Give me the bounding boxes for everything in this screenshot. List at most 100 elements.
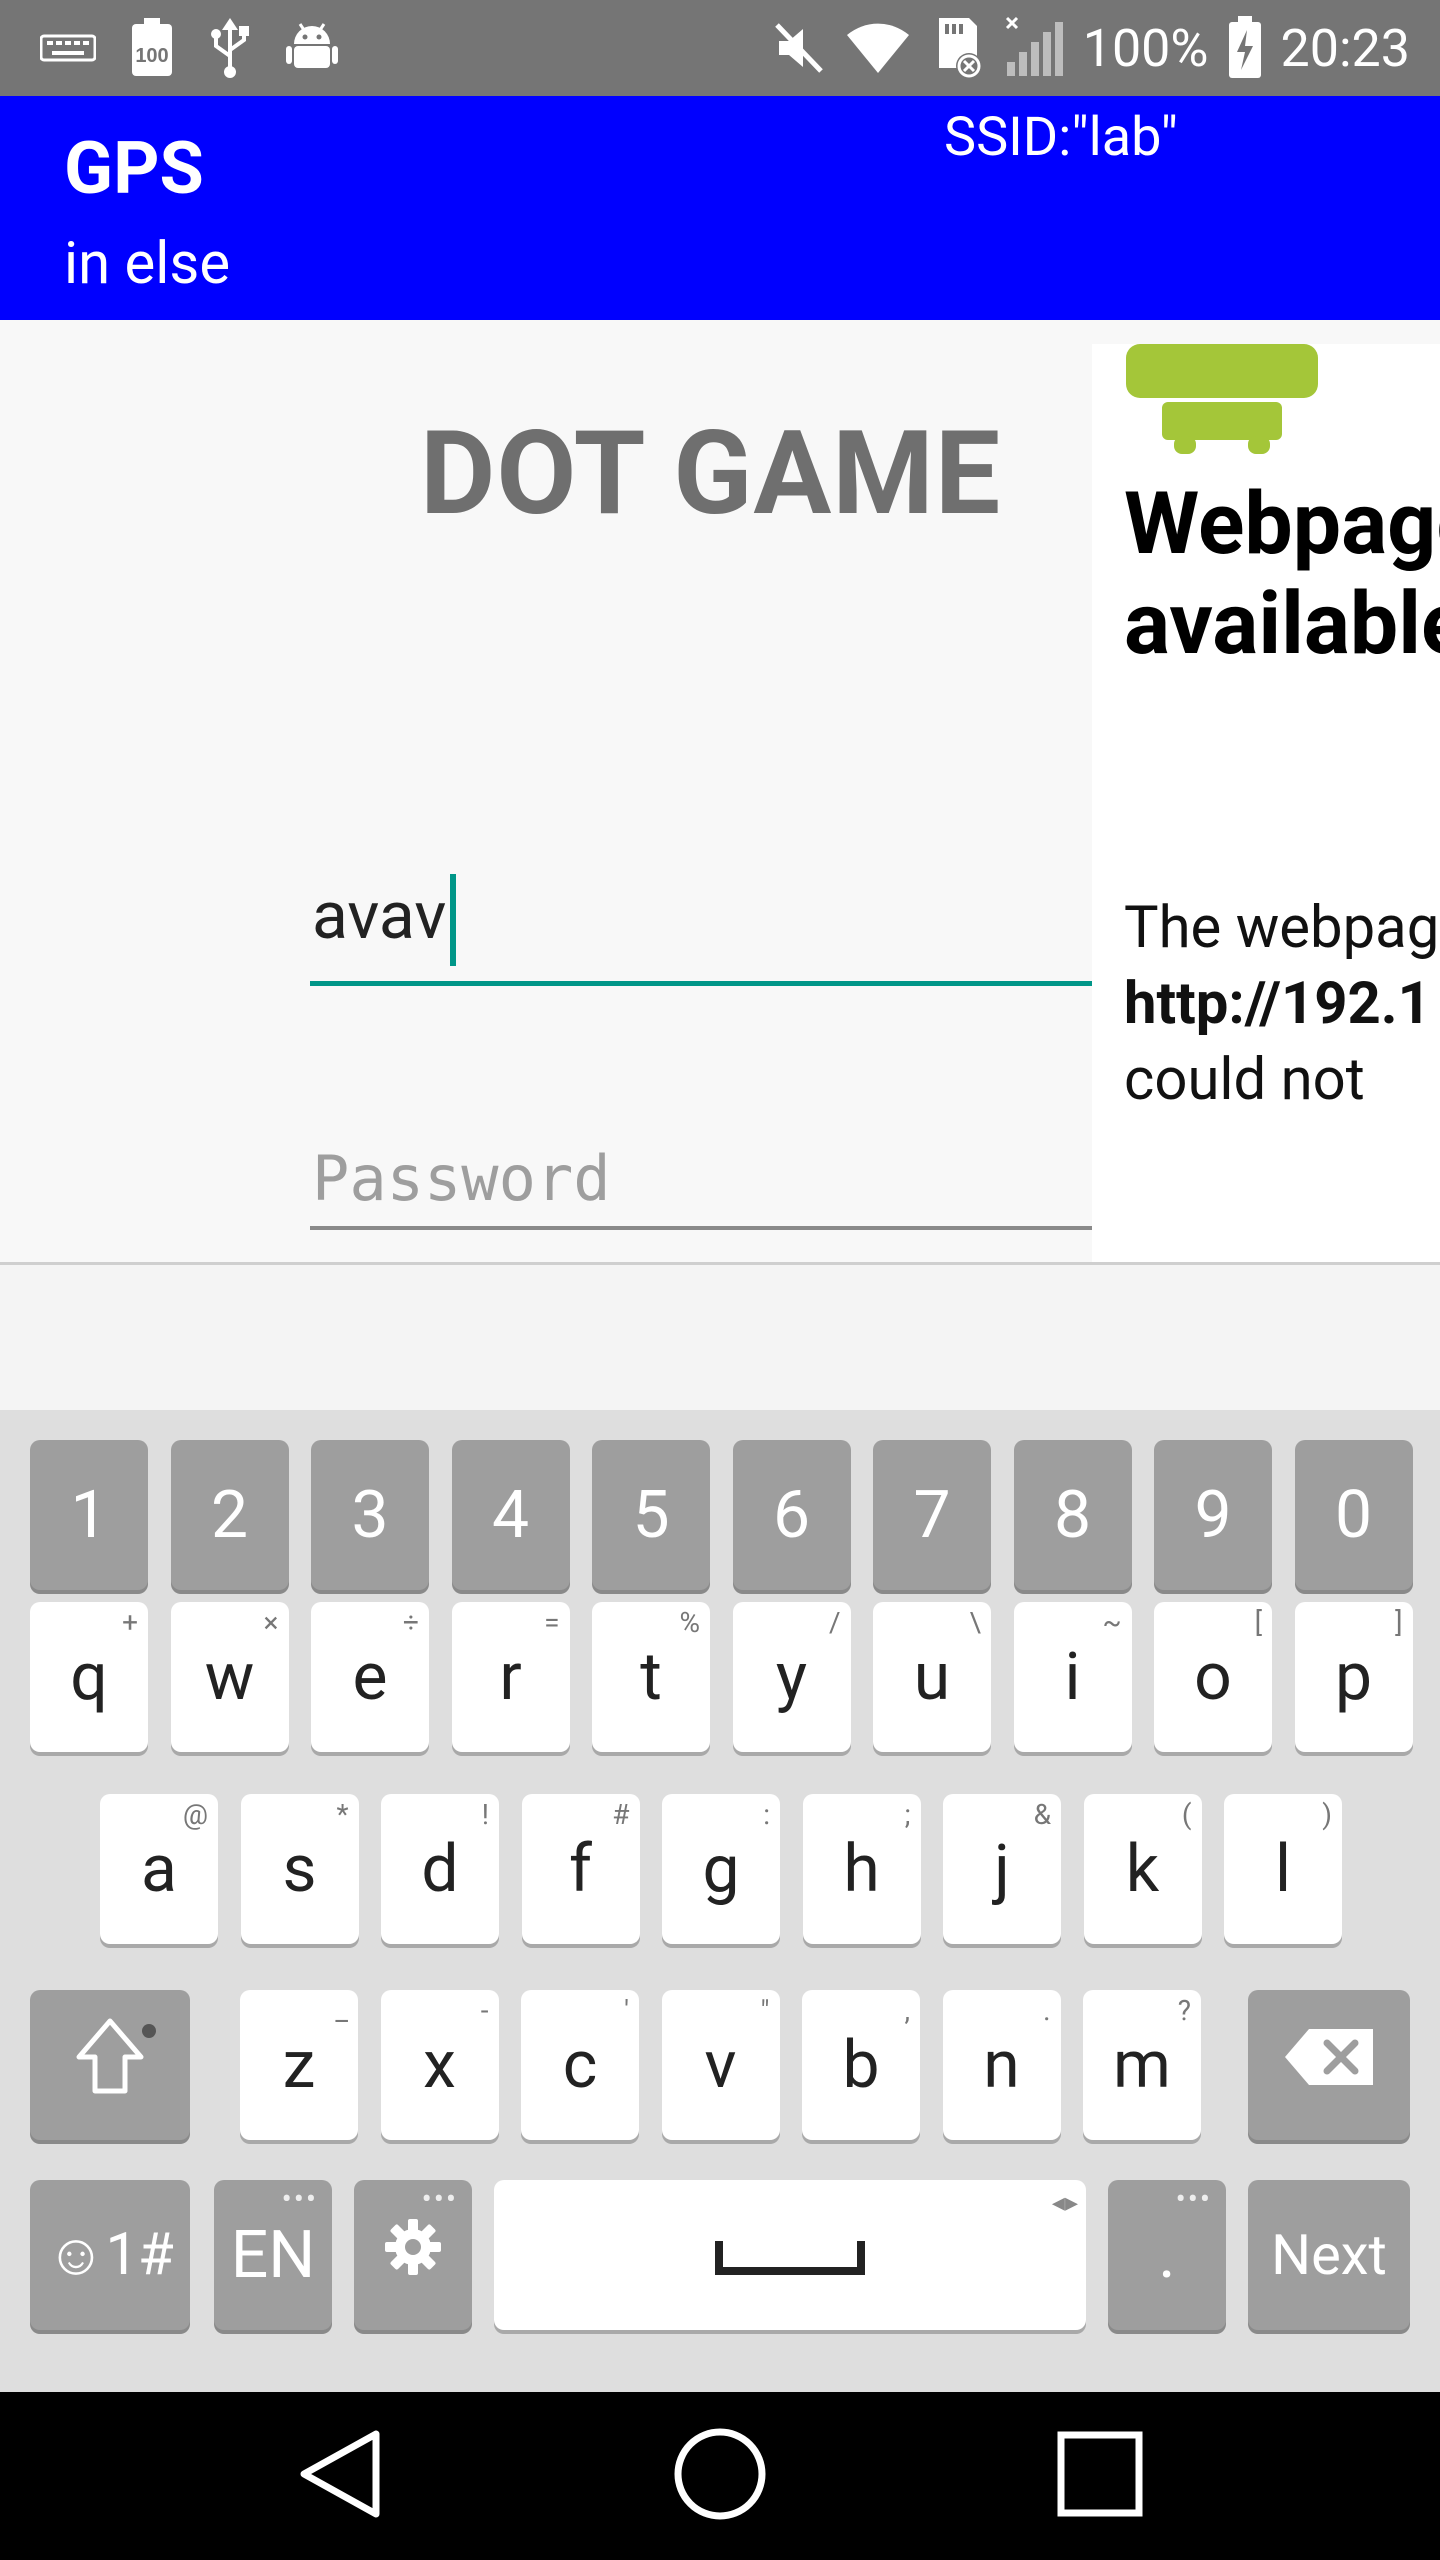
key-alt-symbol: %: [679, 1606, 700, 1639]
key-8[interactable]: 8: [1013, 1440, 1132, 1590]
key-label: v: [704, 2026, 737, 2104]
key-label: h: [843, 1830, 880, 1908]
key-b[interactable]: b,: [802, 1990, 920, 2140]
app-header: GPS in else SSID:"lab": [0, 96, 1440, 320]
key-q[interactable]: q +: [30, 1602, 148, 1752]
webview-error-heading: Webpage not available: [1124, 473, 1440, 674]
wifi-icon: [845, 21, 911, 75]
key-alt-symbol: ,: [904, 1994, 910, 2027]
key-label: m: [1113, 2026, 1171, 2104]
sd-card-icon: [929, 16, 985, 80]
key-9[interactable]: 9: [1154, 1440, 1272, 1590]
svg-text:100: 100: [135, 45, 168, 67]
key-y[interactable]: y /: [732, 1602, 851, 1752]
key-a[interactable]: a @: [100, 1794, 218, 1944]
key-r[interactable]: r =: [451, 1602, 570, 1752]
battery-percent: 100%: [1082, 17, 1209, 79]
webview-message-prefix: The webpage at: [1124, 894, 1440, 962]
suggestion-strip: [0, 1262, 1440, 1410]
username-field[interactable]: avav: [310, 840, 1092, 986]
key-label: 0: [1334, 1476, 1373, 1554]
key-e[interactable]: e ÷: [311, 1602, 429, 1752]
battery-charging-icon: [1227, 16, 1263, 80]
shift-key[interactable]: [30, 1990, 190, 2140]
language-label: EN: [230, 2216, 316, 2294]
keyboard-icon: [40, 33, 96, 63]
key-u[interactable]: u \: [873, 1602, 991, 1752]
key-label: c: [562, 2026, 598, 2104]
key-label: d: [421, 1830, 459, 1908]
key-label: 7: [913, 1476, 951, 1554]
key-alt-symbol: \: [969, 1606, 982, 1639]
android-debug-icon: [286, 20, 338, 76]
key-p[interactable]: p]: [1294, 1602, 1413, 1752]
space-key[interactable]: ◂▸: [494, 2180, 1086, 2330]
key-alt-symbol: ': [624, 1994, 629, 2027]
key-alt-symbol: [: [1254, 1606, 1262, 1639]
key-6[interactable]: 6: [732, 1440, 851, 1590]
username-value: avav: [312, 878, 447, 955]
key-label: g: [702, 1830, 740, 1908]
back-button[interactable]: [290, 2426, 390, 2526]
symbols-key[interactable]: ☺1#: [30, 2180, 190, 2330]
key-g[interactable]: g:: [662, 1794, 780, 1944]
key-4[interactable]: 4: [451, 1440, 570, 1590]
key-label: q: [70, 1638, 108, 1716]
cursor-arrows-icon: ◂▸: [1051, 2188, 1078, 2218]
main-content: DOT GAME avav Password Webpage not avail…: [0, 320, 1440, 1262]
key-label: u: [913, 1638, 951, 1716]
status-bar-right: 100% 20:23: [773, 10, 1410, 86]
key-d[interactable]: d!: [381, 1794, 499, 1944]
settings-key[interactable]: •••: [354, 2180, 472, 2330]
key-alt-symbol: _: [335, 1994, 348, 2027]
key-0[interactable]: 0: [1294, 1440, 1413, 1590]
key-alt-symbol: .: [1043, 1994, 1051, 2027]
password-field[interactable]: Password: [310, 1120, 1092, 1230]
period-key[interactable]: . •••: [1108, 2180, 1226, 2330]
key-alt-symbol: =: [544, 1606, 560, 1639]
key-c[interactable]: c ': [521, 1990, 639, 2140]
webview-panel[interactable]: Webpage not available The webpage at htt…: [1092, 344, 1440, 1262]
key-k[interactable]: k(: [1083, 1794, 1202, 1944]
key-i[interactable]: i ~: [1013, 1602, 1132, 1752]
key-7[interactable]: 7: [873, 1440, 991, 1590]
settings-icon: [383, 2217, 443, 2294]
key-3[interactable]: 3: [311, 1440, 429, 1590]
key-j[interactable]: j &: [943, 1794, 1061, 1944]
language-key[interactable]: EN •••: [214, 2180, 332, 2330]
key-1[interactable]: 1: [30, 1440, 148, 1590]
key-t[interactable]: t%: [592, 1602, 710, 1752]
home-icon: [672, 2426, 768, 2526]
key-2[interactable]: 2: [170, 1440, 289, 1590]
key-l[interactable]: l): [1224, 1794, 1342, 1944]
key-label: i: [1064, 1638, 1081, 1716]
key-h[interactable]: h;: [802, 1794, 921, 1944]
key-z[interactable]: z _: [240, 1990, 358, 2140]
key-label: s: [282, 1830, 317, 1908]
key-alt-symbol: ×: [263, 1606, 279, 1639]
key-label: k: [1125, 1830, 1160, 1908]
no-signal-icon: [1003, 16, 1065, 80]
next-key[interactable]: Next: [1248, 2180, 1410, 2330]
header-title: GPS: [64, 126, 204, 211]
key-x[interactable]: x-: [380, 1990, 499, 2140]
key-o[interactable]: o[: [1154, 1602, 1272, 1752]
recents-button[interactable]: [1050, 2426, 1150, 2526]
key-v[interactable]: v ": [661, 1990, 780, 2140]
home-button[interactable]: [670, 2426, 770, 2526]
more-dots: •••: [1175, 2182, 1212, 2217]
webview-message-suffix: could not: [1124, 1046, 1365, 1114]
soft-keyboard: ☺1# EN ••• ••• ◂▸ . ••• Next 1 2 3 4 5 6 7 8 9 0 q…: [0, 1410, 1440, 2392]
key-m[interactable]: m?: [1083, 1990, 1201, 2140]
key-label: b: [842, 2026, 880, 2104]
key-s[interactable]: s *: [240, 1794, 359, 1944]
shift-indicator: [142, 2024, 156, 2038]
key-w[interactable]: w ×: [170, 1602, 289, 1752]
key-f[interactable]: f #: [521, 1794, 640, 1944]
key-label: 8: [1053, 1476, 1092, 1554]
backspace-key[interactable]: [1248, 1990, 1410, 2140]
key-5[interactable]: 5: [592, 1440, 710, 1590]
key-n[interactable]: n.: [942, 1990, 1061, 2140]
back-icon: [298, 2428, 382, 2524]
key-alt-symbol: ]: [1395, 1606, 1403, 1639]
